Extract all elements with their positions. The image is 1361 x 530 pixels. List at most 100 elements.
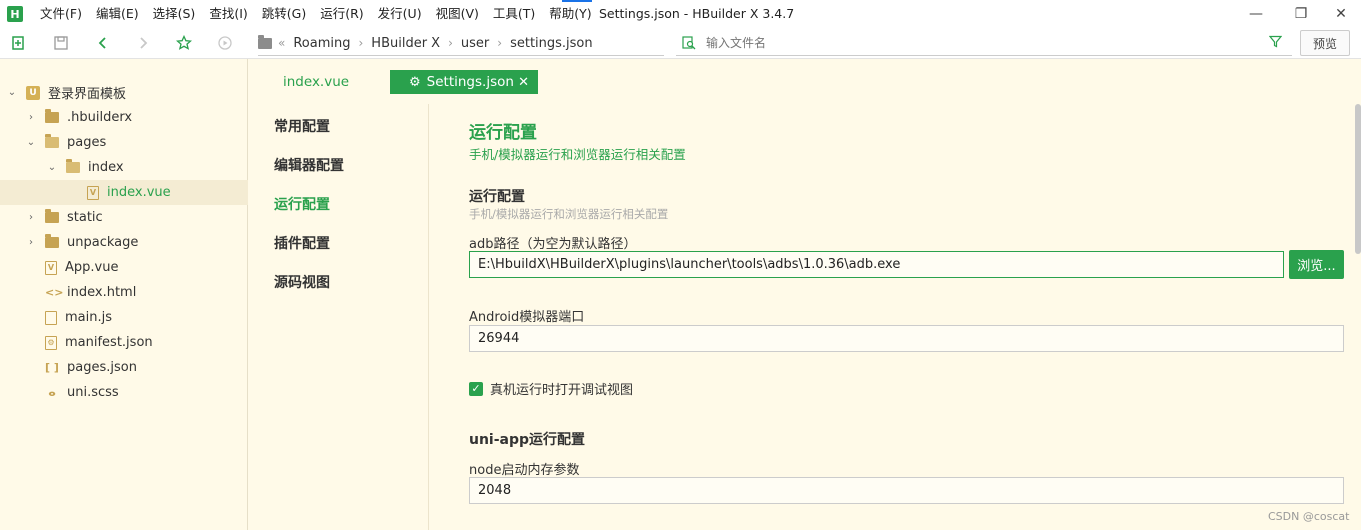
title-accent-line bbox=[562, 0, 592, 2]
browse-button[interactable]: 浏览... bbox=[1289, 250, 1344, 279]
adb-path-input[interactable] bbox=[469, 251, 1284, 278]
checkbox-checked-icon[interactable]: ✓ bbox=[469, 381, 483, 396]
run-icon[interactable] bbox=[216, 34, 234, 52]
project-explorer: ⌄ U 登录界面模板 › .hbuilderx ⌄ pages ⌄ index … bbox=[0, 59, 248, 530]
tree-item-pages[interactable]: ⌄ pages bbox=[0, 130, 248, 155]
page-subtitle: 手机/模拟器运行和浏览器运行相关配置 bbox=[469, 147, 686, 162]
hbuilder-logo-icon[interactable]: H bbox=[7, 6, 23, 22]
menu-select[interactable]: 选择(S) bbox=[146, 0, 203, 28]
file-search-input[interactable] bbox=[706, 36, 1246, 50]
tree-item-label: pages.json bbox=[67, 360, 137, 375]
menu-help[interactable]: 帮助(Y) bbox=[542, 0, 598, 28]
settings-nav-source-view[interactable]: 源码视图 bbox=[274, 272, 330, 292]
folder-icon bbox=[45, 109, 59, 123]
tree-item-main-js[interactable]: main.js bbox=[0, 305, 248, 330]
tree-item-static[interactable]: › static bbox=[0, 205, 248, 230]
android-port-label: Android模拟器端口 bbox=[469, 310, 585, 325]
settings-nav-general[interactable]: 常用配置 bbox=[274, 116, 330, 136]
tree-item-uni-scss[interactable]: ⴰ uni.scss bbox=[0, 380, 248, 405]
title-bar: H 文件(F) 编辑(E) 选择(S) 查找(I) 跳转(G) 运行(R) 发行… bbox=[0, 0, 1361, 28]
tree-item-project[interactable]: ⌄ U 登录界面模板 bbox=[0, 80, 248, 105]
breadcrumb-item-hbuilderx[interactable]: HBuilder X bbox=[371, 36, 440, 51]
tree-item-app-vue[interactable]: V App.vue bbox=[0, 255, 248, 280]
tree-item-label: index.vue bbox=[107, 185, 171, 200]
manifest-file-icon: ⚙ bbox=[45, 335, 57, 350]
back-icon[interactable] bbox=[94, 34, 112, 52]
tree-item-hbuilderx[interactable]: › .hbuilderx bbox=[0, 105, 248, 130]
menu-edit[interactable]: 编辑(E) bbox=[89, 0, 146, 28]
tree-item-index-html[interactable]: <> index.html bbox=[0, 280, 248, 305]
menu-run[interactable]: 运行(R) bbox=[313, 0, 370, 28]
settings-nav-editor[interactable]: 编辑器配置 bbox=[274, 155, 344, 175]
forward-icon[interactable] bbox=[134, 34, 152, 52]
watermark: CSDN @coscat bbox=[1268, 510, 1350, 523]
tab-index-vue[interactable]: index.vue bbox=[283, 70, 349, 94]
android-port-input[interactable] bbox=[469, 325, 1344, 352]
tree-item-label: static bbox=[67, 210, 103, 225]
tree-item-label: index bbox=[88, 160, 124, 175]
menu-tools[interactable]: 工具(T) bbox=[486, 0, 542, 28]
tree-item-index-folder[interactable]: ⌄ index bbox=[0, 155, 248, 180]
folder-open-icon bbox=[45, 134, 59, 148]
tree-item-label: unpackage bbox=[67, 235, 139, 250]
tab-label: index.vue bbox=[283, 74, 350, 90]
tab-label: Settings.json bbox=[426, 74, 514, 90]
minimize-button[interactable]: — bbox=[1236, 0, 1276, 28]
editor-tabs: index.vue ⚙ Settings.json ✕ bbox=[249, 59, 1361, 104]
close-tab-icon[interactable]: ✕ bbox=[518, 75, 529, 90]
breadcrumb-item-user[interactable]: user bbox=[461, 36, 489, 51]
debug-view-label: 真机运行时打开调试视图 bbox=[490, 383, 634, 398]
vertical-scrollbar[interactable] bbox=[1355, 104, 1361, 254]
filter-icon[interactable] bbox=[1268, 35, 1283, 52]
gear-icon: ⚙ bbox=[409, 74, 421, 90]
chevron-down-icon[interactable]: ⌄ bbox=[25, 137, 37, 148]
adb-path-label: adb路径（为空为默认路径） bbox=[469, 237, 637, 252]
folder-icon bbox=[258, 34, 272, 49]
tab-settings-json[interactable]: ⚙ Settings.json ✕ bbox=[390, 70, 538, 94]
js-file-icon bbox=[45, 310, 57, 325]
tree-item-manifest-json[interactable]: ⚙ manifest.json bbox=[0, 330, 248, 355]
menu-view[interactable]: 视图(V) bbox=[429, 0, 486, 28]
breadcrumb-item-settings-json[interactable]: settings.json bbox=[510, 36, 593, 51]
debug-view-option[interactable]: ✓ 真机运行时打开调试视图 bbox=[469, 379, 633, 398]
maximize-button[interactable]: ❐ bbox=[1281, 0, 1321, 28]
node-memory-input[interactable] bbox=[469, 477, 1344, 504]
breadcrumb-overflow-icon[interactable]: « bbox=[278, 36, 285, 50]
node-memory-label: node启动内存参数 bbox=[469, 463, 580, 478]
settings-nav-plugins[interactable]: 插件配置 bbox=[274, 233, 330, 253]
save-icon[interactable] bbox=[52, 34, 70, 52]
html-file-icon: <> bbox=[45, 285, 64, 299]
menu-publish[interactable]: 发行(U) bbox=[371, 0, 429, 28]
star-icon[interactable] bbox=[175, 34, 193, 52]
menu-file[interactable]: 文件(F) bbox=[33, 0, 89, 28]
folder-icon bbox=[45, 234, 59, 248]
menu-goto[interactable]: 跳转(G) bbox=[255, 0, 313, 28]
tree-item-unpackage[interactable]: › unpackage bbox=[0, 230, 248, 255]
chevron-right-icon[interactable]: › bbox=[25, 237, 37, 248]
settings-nav-run[interactable]: 运行配置 bbox=[274, 194, 330, 214]
file-search-box bbox=[676, 31, 1292, 56]
scss-file-icon: ⴰ bbox=[48, 385, 56, 399]
chevron-right-icon[interactable]: › bbox=[25, 212, 37, 223]
tree-item-label: index.html bbox=[67, 285, 137, 300]
chevron-down-icon[interactable]: ⌄ bbox=[6, 87, 18, 98]
tree-item-label: 登录界面模板 bbox=[48, 87, 127, 102]
tree-item-index-vue[interactable]: V index.vue bbox=[0, 180, 248, 205]
chevron-right-icon: › bbox=[497, 36, 503, 50]
breadcrumb-item-roaming[interactable]: Roaming bbox=[293, 36, 350, 51]
chevron-right-icon[interactable]: › bbox=[25, 112, 37, 123]
settings-content: 运行配置 手机/模拟器运行和浏览器运行相关配置 运行配置 手机/模拟器运行和浏览… bbox=[469, 104, 1349, 530]
preview-button[interactable]: 预览 bbox=[1300, 30, 1350, 56]
section-title-uniapp: uni-app运行配置 bbox=[469, 432, 586, 448]
folder-icon bbox=[45, 209, 59, 223]
tree-item-pages-json[interactable]: [ ] pages.json bbox=[0, 355, 248, 380]
menu-find[interactable]: 查找(I) bbox=[202, 0, 254, 28]
close-window-button[interactable]: ✕ bbox=[1321, 0, 1361, 28]
project-icon: U bbox=[26, 85, 40, 100]
tree-item-label: uni.scss bbox=[67, 385, 119, 400]
chevron-down-icon[interactable]: ⌄ bbox=[46, 162, 58, 173]
vue-file-icon: V bbox=[87, 185, 99, 200]
new-file-icon[interactable] bbox=[10, 34, 28, 52]
tree-item-label: pages bbox=[67, 135, 107, 150]
breadcrumb: « Roaming › HBuilder X › user › settings… bbox=[258, 31, 664, 56]
